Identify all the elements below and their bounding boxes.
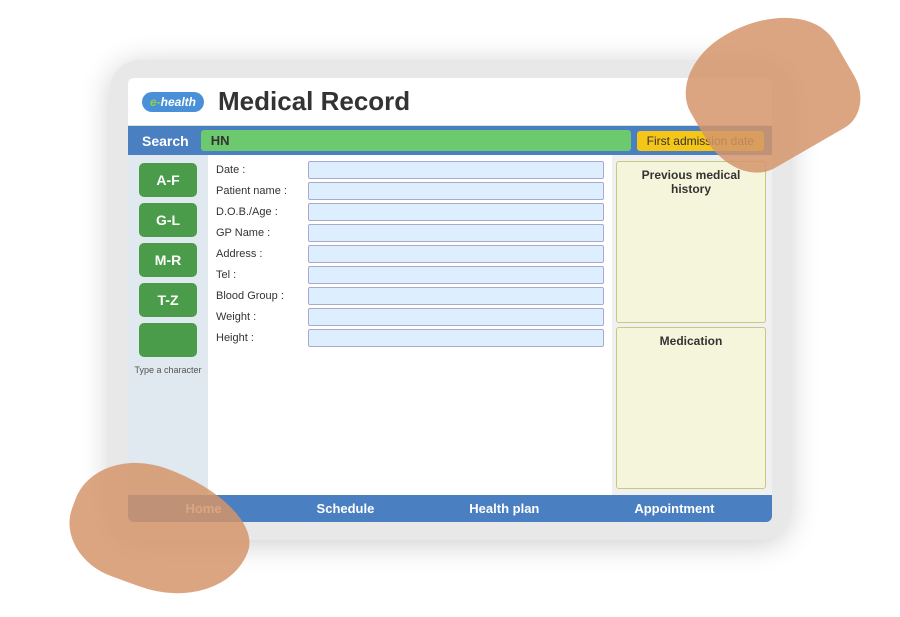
label-tel: Tel : xyxy=(216,269,304,281)
history-label: Previous medical history xyxy=(623,168,759,196)
ehealth-badge: e-health xyxy=(142,92,204,112)
main-content: A-F G-L M-R T-Z Type a character Date : … xyxy=(128,155,772,495)
hn-field[interactable]: HN xyxy=(201,130,631,151)
sidebar-btn-mr[interactable]: M-R xyxy=(139,243,197,277)
sidebar-btn-tz[interactable]: T-Z xyxy=(139,283,197,317)
nav-schedule[interactable]: Schedule xyxy=(317,501,375,516)
nav-health-plan[interactable]: Health plan xyxy=(469,501,539,516)
form-row-tel: Tel : xyxy=(216,266,604,284)
right-panel: Previous medical history Medication xyxy=(612,155,772,495)
search-label: Search xyxy=(136,131,195,151)
previous-medical-history-box[interactable]: Previous medical history xyxy=(616,161,766,323)
tablet-screen: e-health Medical Record Search HN First … xyxy=(128,78,772,522)
ehealth-health: health xyxy=(161,95,196,109)
nav-appointment[interactable]: Appointment xyxy=(634,501,714,516)
input-gp-name[interactable] xyxy=(308,224,604,242)
sidebar-char-input[interactable] xyxy=(139,323,197,357)
label-date: Date : xyxy=(216,164,304,176)
label-address: Address : xyxy=(216,248,304,260)
input-address[interactable] xyxy=(308,245,604,263)
medication-label: Medication xyxy=(660,334,723,348)
label-height: Height : xyxy=(216,332,304,344)
medication-box[interactable]: Medication xyxy=(616,327,766,489)
input-patient-name[interactable] xyxy=(308,182,604,200)
form-row-gp-name: GP Name : xyxy=(216,224,604,242)
tablet-device: e-health Medical Record Search HN First … xyxy=(110,60,790,540)
sidebar-hint: Type a character xyxy=(134,365,201,375)
form-row-blood-group: Blood Group : xyxy=(216,287,604,305)
label-weight: Weight : xyxy=(216,311,304,323)
input-tel[interactable] xyxy=(308,266,604,284)
input-height[interactable] xyxy=(308,329,604,347)
label-gp-name: GP Name : xyxy=(216,227,304,239)
input-weight[interactable] xyxy=(308,308,604,326)
label-patient-name: Patient name : xyxy=(216,185,304,197)
form-row-dob: D.O.B./Age : xyxy=(216,203,604,221)
patient-form: Date : Patient name : D.O.B./Age : GP Na… xyxy=(208,155,612,495)
input-blood-group[interactable] xyxy=(308,287,604,305)
form-row-date: Date : xyxy=(216,161,604,179)
label-dob: D.O.B./Age : xyxy=(216,206,304,218)
search-bar-row: Search HN First admission date xyxy=(128,126,772,155)
input-dob[interactable] xyxy=(308,203,604,221)
ehealth-e: e- xyxy=(150,95,161,109)
form-row-address: Address : xyxy=(216,245,604,263)
label-blood-group: Blood Group : xyxy=(216,290,304,302)
sidebar: A-F G-L M-R T-Z Type a character xyxy=(128,155,208,495)
form-row-height: Height : xyxy=(216,329,604,347)
app-header: e-health Medical Record xyxy=(128,78,772,126)
input-date[interactable] xyxy=(308,161,604,179)
sidebar-btn-gl[interactable]: G-L xyxy=(139,203,197,237)
form-row-patient-name: Patient name : xyxy=(216,182,604,200)
sidebar-btn-af[interactable]: A-F xyxy=(139,163,197,197)
form-row-weight: Weight : xyxy=(216,308,604,326)
app-title: Medical Record xyxy=(218,86,410,117)
